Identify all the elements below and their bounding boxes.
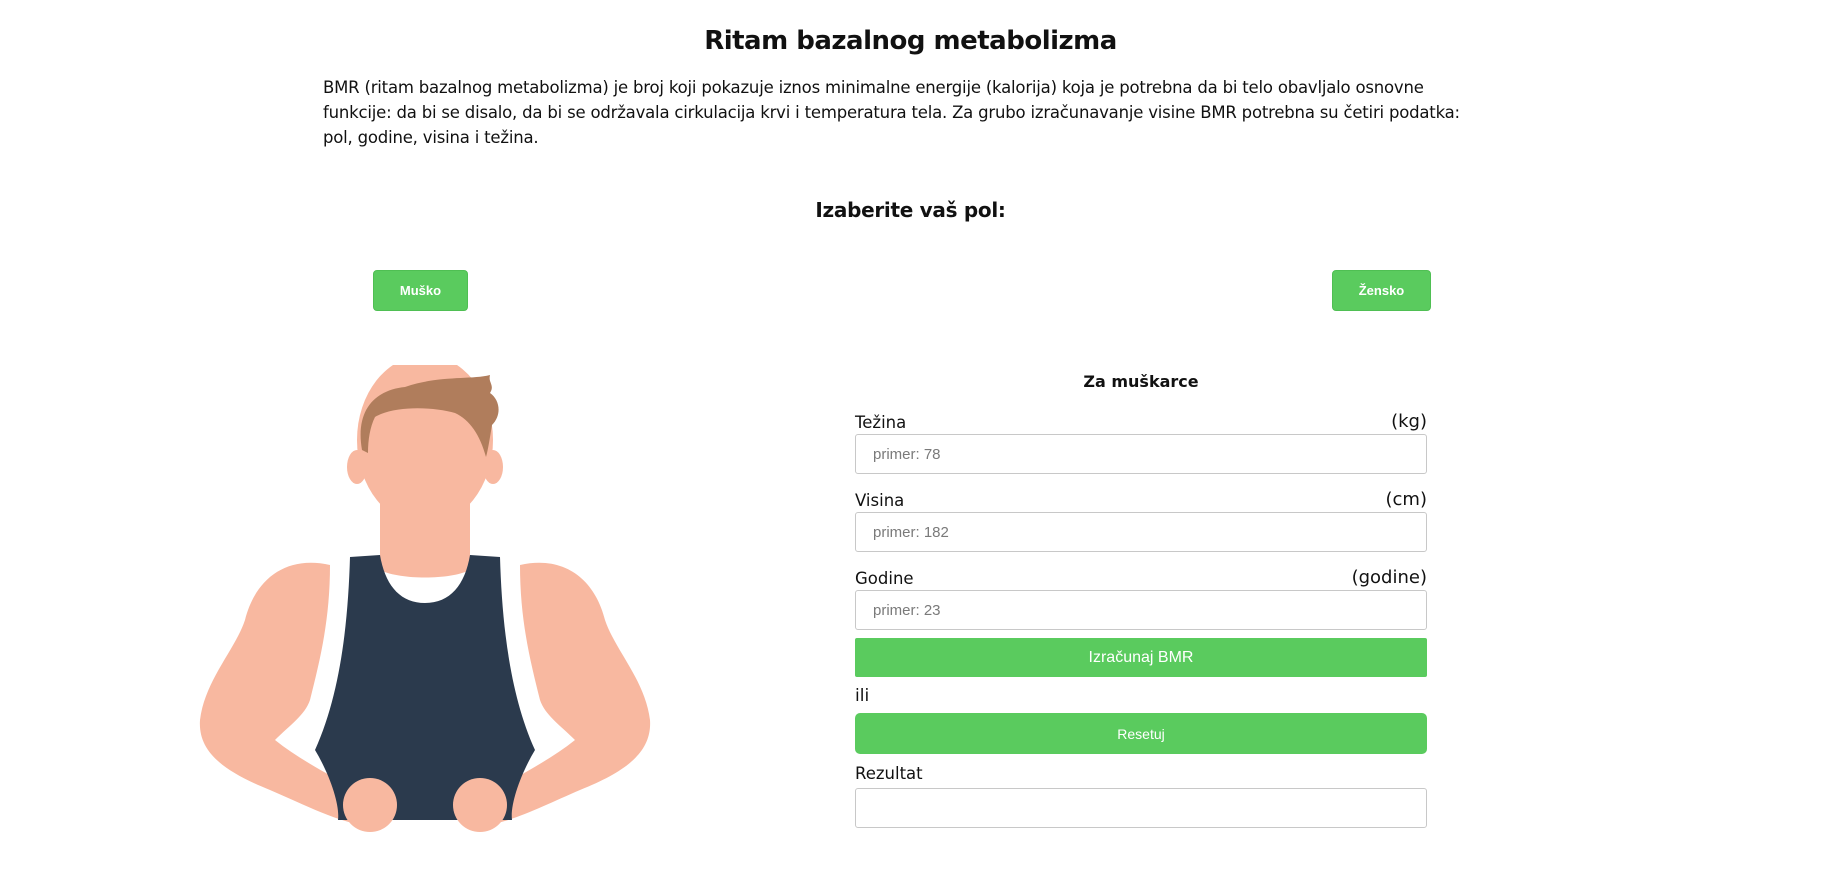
bmr-form: Za muškarce Težina (kg) Visina (cm) Godi… xyxy=(855,370,1427,828)
weight-label: Težina xyxy=(855,413,907,432)
female-button[interactable]: Žensko xyxy=(1332,270,1431,311)
reset-button[interactable]: Resetuj xyxy=(855,713,1427,754)
weight-input[interactable] xyxy=(855,434,1427,474)
form-title: Za muškarce xyxy=(1083,372,1199,391)
weight-label-row: Težina (kg) xyxy=(855,404,1427,432)
page-title: Ritam bazalnog metabolizma xyxy=(704,26,1117,56)
intro-text: BMR (ritam bazalnog metabolizma) je broj… xyxy=(323,78,1460,147)
male-button[interactable]: Muško xyxy=(373,270,468,311)
height-input[interactable] xyxy=(855,512,1427,552)
gender-heading: Izaberite vaš pol: xyxy=(815,198,1006,222)
weight-unit: (kg) xyxy=(1391,411,1427,432)
height-label-row: Visina (cm) xyxy=(855,482,1427,510)
calculate-bmr-button[interactable]: Izračunaj BMR xyxy=(855,638,1427,677)
age-label-row: Godine (godine) xyxy=(855,560,1427,588)
age-unit: (godine) xyxy=(1351,567,1427,588)
height-label: Visina xyxy=(855,491,905,510)
result-output xyxy=(855,788,1427,828)
result-label: Rezultat xyxy=(855,764,923,783)
male-illustration xyxy=(190,355,660,845)
age-label: Godine xyxy=(855,569,914,588)
height-unit: (cm) xyxy=(1385,489,1427,510)
or-text: ili xyxy=(855,686,870,706)
male-bodybuilder-illustration xyxy=(199,355,651,832)
age-input[interactable] xyxy=(855,590,1427,630)
